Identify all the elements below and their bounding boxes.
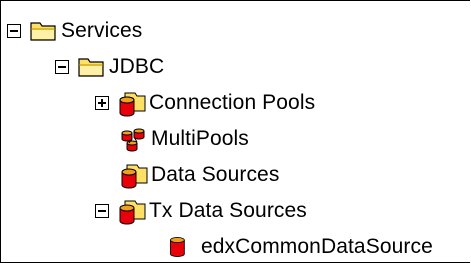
tree-node-tx-data-sources[interactable]: Tx Data Sources xyxy=(95,195,307,227)
multipool-icon xyxy=(121,128,145,152)
tree-node-edxcommondatasource[interactable]: edxCommonDataSource xyxy=(167,231,433,263)
tree-node-label: Connection Pools xyxy=(149,91,316,114)
tree-node-label: JDBC xyxy=(109,55,165,78)
tree-node-connection-pools[interactable]: Connection Pools xyxy=(95,87,315,119)
collapse-toggle-icon[interactable] xyxy=(7,24,21,38)
datasource-stack-icon xyxy=(119,200,146,225)
collapse-toggle-icon[interactable] xyxy=(55,60,69,74)
tree-node-label: Services xyxy=(61,19,143,42)
collapse-toggle-icon[interactable] xyxy=(95,204,109,218)
connection-pool-icon xyxy=(119,92,146,117)
tree-node-label: edxCommonDataSource xyxy=(201,235,433,258)
datasource-stack-icon xyxy=(121,164,148,189)
tree-node-label: Data Sources xyxy=(151,163,280,186)
services-tree: Services JDBC Connection Pools MultiPool… xyxy=(0,0,470,263)
tree-node-data-sources[interactable]: Data Sources xyxy=(119,159,279,191)
tree-node-label: Tx Data Sources xyxy=(149,199,307,222)
tree-node-services[interactable]: Services xyxy=(7,15,142,47)
tree-node-jdbc[interactable]: JDBC xyxy=(55,51,164,83)
expand-toggle-icon[interactable] xyxy=(95,96,109,110)
folder-icon xyxy=(30,22,56,41)
database-cylinder-icon xyxy=(170,237,185,257)
folder-icon xyxy=(78,58,104,77)
tree-node-label: MultiPools xyxy=(151,127,249,150)
tree-node-multipools[interactable]: MultiPools xyxy=(119,123,249,155)
